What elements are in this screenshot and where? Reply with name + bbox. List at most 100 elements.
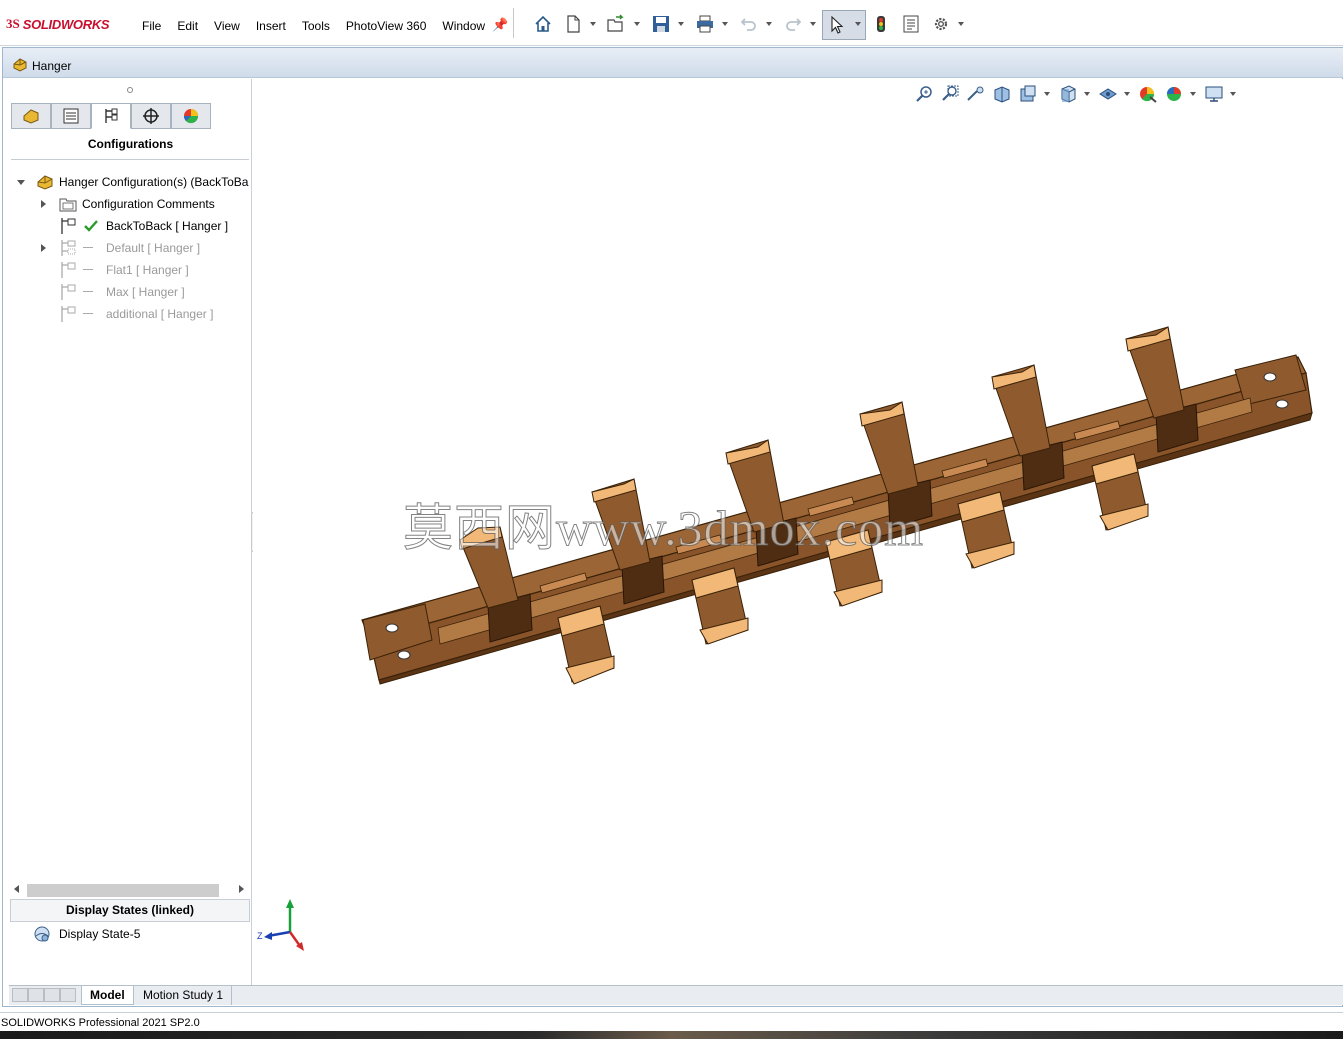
- prev-tab-button[interactable]: [28, 988, 44, 1002]
- tab-motion-study[interactable]: Motion Study 1: [135, 986, 233, 1005]
- config-label: Max [ Hanger ]: [106, 285, 185, 299]
- mount-hole: [385, 623, 399, 633]
- logo-prefix: 3S: [6, 16, 20, 31]
- dimxpert-manager-tab[interactable]: [131, 103, 171, 129]
- print-dropdown-icon[interactable]: [722, 20, 730, 28]
- panel-title-divider: [11, 159, 249, 160]
- configuration-icon: [59, 217, 77, 238]
- part-config-icon: [36, 173, 54, 194]
- open-dropdown-icon[interactable]: [634, 20, 642, 28]
- config-comments-label: Configuration Comments: [82, 197, 215, 211]
- redo-icon[interactable]: [782, 13, 804, 35]
- menu-file[interactable]: File: [142, 19, 161, 33]
- configuration-icon: [59, 261, 77, 282]
- panel-grip-handle[interactable]: [127, 87, 133, 93]
- display-manager-tab[interactable]: [171, 103, 211, 129]
- expand-icon[interactable]: [39, 199, 49, 209]
- tab-model[interactable]: Model: [81, 986, 134, 1005]
- top-toolbar: 3S SOLIDWORKS File Edit View Insert Tool…: [0, 0, 1343, 46]
- save-icon[interactable]: [650, 13, 672, 35]
- config-label: additional [ Hanger ]: [106, 307, 214, 321]
- scrollbar-thumb[interactable]: [27, 884, 219, 897]
- rebuild-icon[interactable]: [870, 13, 892, 35]
- config-root-label: Hanger Configuration(s) (BackToBa: [59, 175, 249, 189]
- property-manager-icon: [63, 108, 79, 124]
- document-title: Hanger: [32, 59, 72, 73]
- display-state-label: Display State-5: [59, 927, 141, 941]
- scroll-right-icon[interactable]: [239, 885, 244, 893]
- config-label: BackToBack [ Hanger ]: [106, 219, 229, 233]
- menu-window[interactable]: Window: [442, 19, 485, 33]
- next-tab-button[interactable]: [44, 988, 60, 1002]
- triad-y-arrow: [286, 899, 294, 908]
- configuration-icon: [59, 239, 77, 260]
- options-icon[interactable]: [930, 13, 952, 35]
- collapse-icon[interactable]: [17, 177, 27, 187]
- folder-icon: [59, 195, 77, 216]
- open-icon[interactable]: [605, 13, 627, 35]
- first-tab-button[interactable]: [12, 988, 28, 1002]
- watermark-text: 莫西网www.3dmox.com: [402, 500, 925, 557]
- triad-x-axis: [288, 931, 302, 947]
- hanger-3d-model[interactable]: [253, 79, 1343, 719]
- inactive-dash-icon: [83, 247, 93, 248]
- select-dropdown-icon[interactable]: [855, 20, 863, 28]
- tab-nav-buttons: [12, 988, 77, 1003]
- status-text: SOLIDWORKS Professional 2021 SP2.0: [1, 1017, 200, 1029]
- menu-edit[interactable]: Edit: [177, 19, 198, 33]
- inactive-dash-icon: [83, 269, 93, 270]
- print-icon[interactable]: [694, 13, 716, 35]
- feature-manager-icon: [23, 109, 39, 124]
- triad-z-label: Z: [257, 931, 263, 941]
- redo-dropdown-icon[interactable]: [810, 20, 818, 28]
- logo-text: SOLIDWORKS: [22, 16, 110, 32]
- file-properties-icon[interactable]: [900, 13, 922, 35]
- panel-title: Configurations: [87, 137, 174, 151]
- configuration-icon: [59, 283, 77, 304]
- property-manager-tab[interactable]: [51, 103, 91, 129]
- config-label: Flat1 [ Hanger ]: [106, 263, 189, 277]
- last-tab-button[interactable]: [60, 988, 76, 1002]
- reference-triad: Z: [257, 899, 304, 951]
- display-state-icon: [33, 925, 51, 946]
- status-bar: SOLIDWORKS Professional 2021 SP2.0: [0, 1012, 1343, 1031]
- home-icon[interactable]: [532, 13, 554, 35]
- undo-icon[interactable]: [738, 13, 760, 35]
- config-label: Default [ Hanger ]: [106, 241, 201, 255]
- new-document-icon[interactable]: [562, 13, 584, 35]
- mount-hole: [1275, 399, 1289, 409]
- select-icon[interactable]: [826, 14, 848, 36]
- configuration-manager-tab[interactable]: [91, 103, 131, 129]
- menu-insert[interactable]: Insert: [256, 19, 286, 33]
- options-dropdown-icon[interactable]: [958, 20, 966, 28]
- display-manager-icon: [183, 109, 199, 124]
- menu-tools[interactable]: Tools: [302, 19, 330, 33]
- toolbar-separator: [513, 8, 514, 38]
- mount-hole: [1263, 372, 1277, 382]
- configuration-manager-panel: Configurations Hanger Configuration(s) (…: [9, 79, 252, 987]
- menu-view[interactable]: View: [214, 19, 240, 33]
- feature-manager-tab[interactable]: [11, 103, 51, 129]
- background-strip: [0, 1031, 1343, 1039]
- document-titlebar: Hanger: [3, 48, 1343, 78]
- configuration-manager-icon: [105, 108, 118, 123]
- solidworks-logo[interactable]: 3S SOLIDWORKS: [6, 14, 110, 34]
- scroll-left-icon[interactable]: [14, 885, 19, 893]
- configuration-icon: [59, 305, 77, 326]
- bottom-tab-bar: Model Motion Study 1: [9, 985, 1343, 1005]
- mount-hole: [397, 650, 411, 660]
- dimxpert-icon: [143, 108, 159, 124]
- expand-icon[interactable]: [39, 243, 49, 253]
- menu-bar: File Edit View Insert Tools PhotoView 36…: [142, 19, 501, 33]
- triad-z-arrow: [264, 932, 272, 940]
- pin-icon[interactable]: 📌: [492, 17, 508, 33]
- menu-photoview[interactable]: PhotoView 360: [346, 19, 427, 33]
- inactive-dash-icon: [83, 291, 93, 292]
- new-dropdown-icon[interactable]: [590, 20, 598, 28]
- panel-tabs: [11, 103, 240, 129]
- display-states-header: Display States (linked): [10, 899, 250, 922]
- part-icon: [12, 56, 28, 75]
- undo-dropdown-icon[interactable]: [766, 20, 774, 28]
- save-dropdown-icon[interactable]: [678, 20, 686, 28]
- panel-horizontal-scrollbar[interactable]: [11, 882, 249, 898]
